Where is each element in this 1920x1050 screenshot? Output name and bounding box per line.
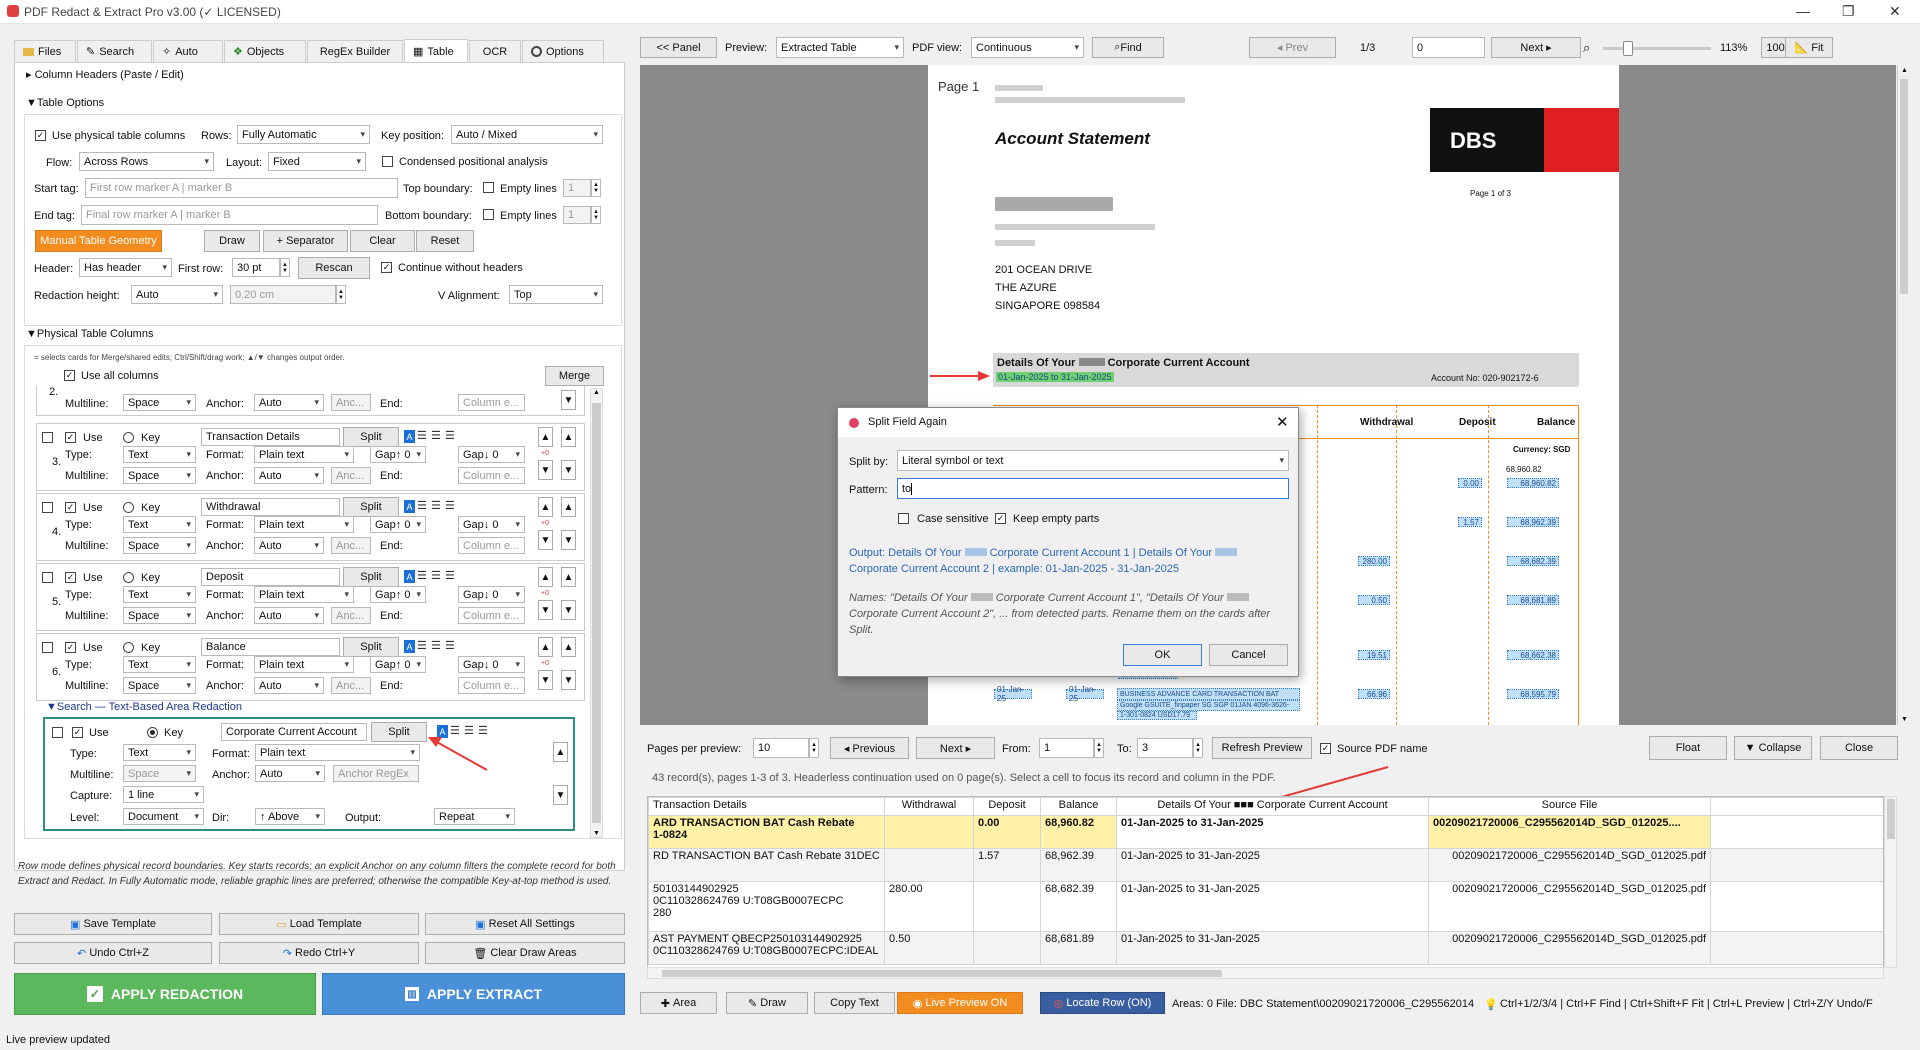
close-preview-button[interactable]: Close [1820, 736, 1898, 760]
split-by-select[interactable]: Literal symbol or text [897, 450, 1289, 471]
draw-area-button[interactable]: ✎ Draw [726, 992, 808, 1014]
dialog-app-icon [849, 418, 859, 428]
pages-per-preview-spinner[interactable]: ▲ ▼ [809, 738, 819, 758]
grid-header[interactable]: Source File [1428, 797, 1711, 816]
pages-per-preview-input[interactable]: 10 [753, 738, 809, 758]
plus-icon: ✚ [660, 997, 670, 1010]
eye-icon: ◉ [912, 997, 923, 1010]
table-row[interactable]: ARD TRANSACTION BAT Cash Rebate 1-0824 0.… [648, 815, 1883, 849]
lightbulb-icon: 💡 [1484, 999, 1498, 1011]
grid-header[interactable]: Balance [1040, 797, 1117, 816]
case-sensitive-checkbox[interactable] [898, 513, 909, 524]
cancel-button[interactable]: Cancel [1209, 644, 1288, 666]
grid-header[interactable]: Details Of Your ■■■ Corporate Current Ac… [1116, 797, 1429, 816]
collapse-button[interactable]: ▼ Collapse [1734, 736, 1812, 760]
split-field-dialog: Split Field Again ✕ Split by: Literal sy… [837, 407, 1299, 677]
live-preview-button[interactable]: ◉ Live Preview ON [897, 992, 1023, 1014]
ok-button[interactable]: OK [1123, 644, 1202, 666]
keep-empty-parts-checkbox[interactable]: ✓ [995, 513, 1006, 524]
refresh-preview-button[interactable]: Refresh Preview [1212, 737, 1312, 759]
records-info: 43 record(s), pages 1-3 of 3. Headerless… [652, 772, 1276, 784]
red-arrow-head [978, 371, 990, 381]
grid-header[interactable]: Transaction Details [648, 797, 885, 816]
locate-icon: ◎ [1053, 997, 1064, 1010]
close-icon[interactable]: ✕ [1276, 413, 1289, 431]
red-arrow-head [428, 737, 442, 747]
source-pdf-checkbox[interactable]: ✓ [1320, 743, 1331, 754]
pattern-input[interactable]: to [897, 478, 1289, 499]
names-preview: Names: "Details Of Your Corporate Curren… [849, 592, 1271, 636]
next-preview-button[interactable]: Next ▸ [916, 737, 995, 759]
grid-horizontal-scrollbar[interactable] [647, 967, 1884, 979]
to-page-spinner[interactable]: ▲ ▼ [1193, 738, 1203, 758]
output-preview: Output: Details Of Your Corporate Curren… [849, 545, 1289, 577]
shortcut-hints: Ctrl+1/2/3/4 | Ctrl+F Find | Ctrl+Shift+… [1500, 998, 1873, 1010]
table-row[interactable]: AST PAYMENT QBECP250103144902925 0C110328… [648, 931, 1883, 965]
copy-text-button[interactable]: Copy Text [814, 992, 895, 1014]
extracted-table-grid[interactable]: Transaction Details Withdrawal Deposit B… [647, 796, 1884, 968]
pencil-icon: ✎ [748, 997, 758, 1010]
red-arrow-split [434, 740, 488, 771]
locate-row-button[interactable]: ◎ Locate Row (ON) [1040, 992, 1165, 1014]
table-row[interactable]: 50103144902925 0C110328624769 U:T08GB0007… [648, 881, 1883, 932]
to-page-input[interactable]: 3 [1137, 738, 1193, 758]
grid-header[interactable]: Withdrawal [884, 797, 974, 816]
areas-file-status: Areas: 0 File: DBC Statement\00209021720… [1172, 998, 1475, 1010]
dialog-title-bar: Split Field Again ✕ [838, 408, 1298, 437]
float-button[interactable]: Float [1649, 736, 1727, 760]
previous-preview-button[interactable]: ◂ Previous [830, 737, 909, 759]
from-page-spinner[interactable]: ▲ ▼ [1094, 738, 1104, 758]
grid-vertical-scrollbar[interactable] [1884, 796, 1897, 968]
grid-header[interactable]: Deposit [973, 797, 1041, 816]
table-row[interactable]: RD TRANSACTION BAT Cash Rebate 31DEC 1.5… [648, 848, 1883, 882]
area-button[interactable]: ✚ Area [640, 992, 717, 1014]
from-page-input[interactable]: 1 [1039, 738, 1094, 758]
